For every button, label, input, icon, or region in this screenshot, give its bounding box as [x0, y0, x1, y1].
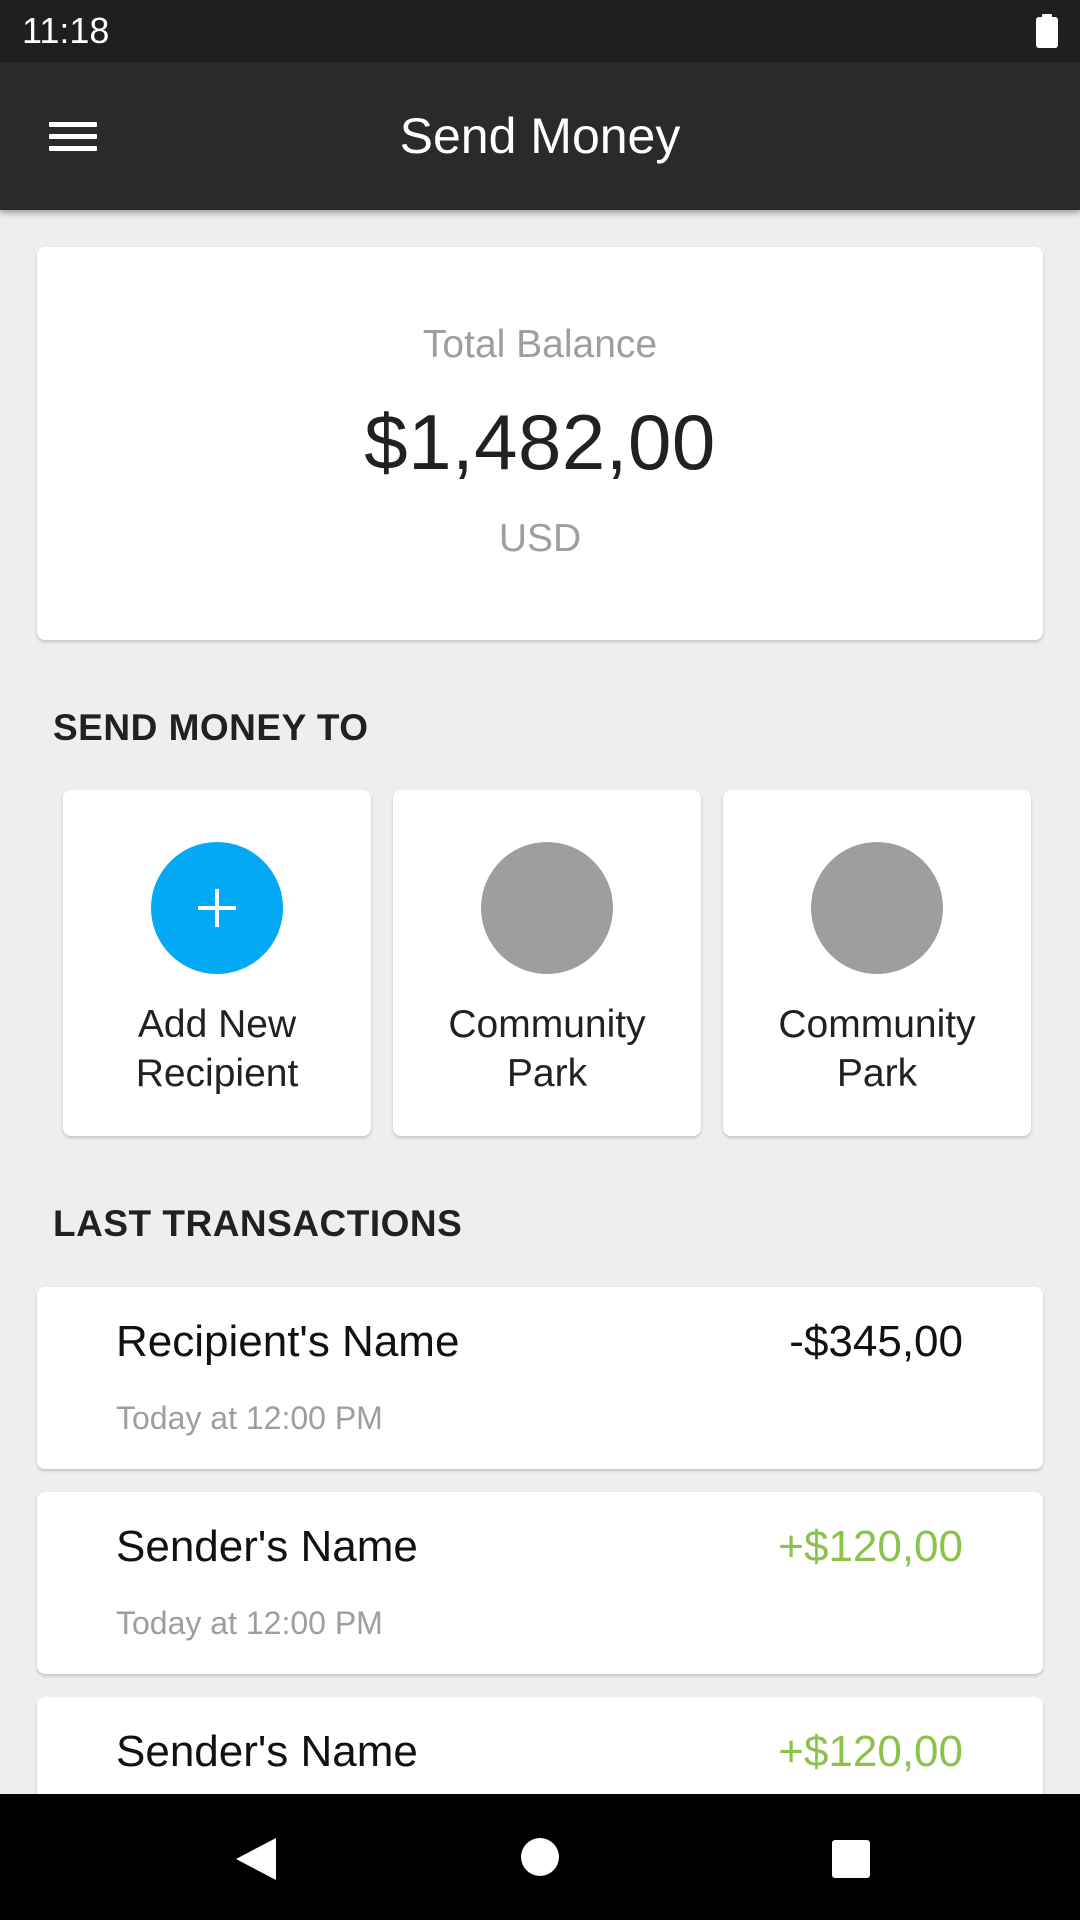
- recipient-card[interactable]: Community Park: [723, 790, 1031, 1136]
- add-recipient-button[interactable]: Add New Recipient: [63, 790, 371, 1136]
- transaction-time: Today at 12:00 PM: [116, 1400, 383, 1436]
- avatar: [481, 842, 613, 974]
- page-title: Send Money: [399, 108, 681, 164]
- transaction-row[interactable]: Sender's Name +$120,00 Today at 12:00 PM: [37, 1492, 1043, 1674]
- transaction-name: Recipient's Name: [116, 1317, 460, 1366]
- recipient-name: Add New Recipient: [135, 1003, 299, 1095]
- battery-full-icon: [1036, 14, 1058, 48]
- send-money-section-title: SEND MONEY TO: [53, 707, 369, 748]
- back-icon[interactable]: [236, 1838, 276, 1880]
- add-recipient-avatar: [151, 842, 283, 974]
- balance-currency: USD: [498, 517, 582, 560]
- transaction-amount: -$345,00: [789, 1317, 963, 1366]
- transaction-row[interactable]: Recipient's Name -$345,00 Today at 12:00…: [37, 1287, 1043, 1469]
- transaction-time: Today at 12:00 PM: [116, 1605, 383, 1641]
- balance-amount: $1,482,00: [364, 398, 716, 486]
- last-transactions-section-title: LAST TRANSACTIONS: [53, 1203, 463, 1244]
- avatar: [811, 842, 943, 974]
- recipient-name: Community Park: [778, 1003, 976, 1095]
- navigation-bar: [0, 1794, 1080, 1920]
- balance-label: Total Balance: [422, 323, 658, 366]
- recipient-card[interactable]: Community Park: [393, 790, 701, 1136]
- transaction-name: Sender's Name: [116, 1727, 418, 1776]
- home-icon[interactable]: [521, 1838, 559, 1876]
- balance-card: Total Balance $1,482,00 USD: [37, 247, 1043, 640]
- app-bar: Send Money: [0, 62, 1080, 210]
- transaction-amount: +$120,00: [778, 1727, 963, 1776]
- status-time: 11:18: [22, 10, 110, 51]
- transaction-name: Sender's Name: [116, 1522, 418, 1571]
- recents-icon[interactable]: [832, 1840, 870, 1878]
- transaction-amount: +$120,00: [778, 1522, 963, 1571]
- recipient-name: Community Park: [448, 1003, 646, 1095]
- status-bar: 11:18: [0, 0, 1080, 62]
